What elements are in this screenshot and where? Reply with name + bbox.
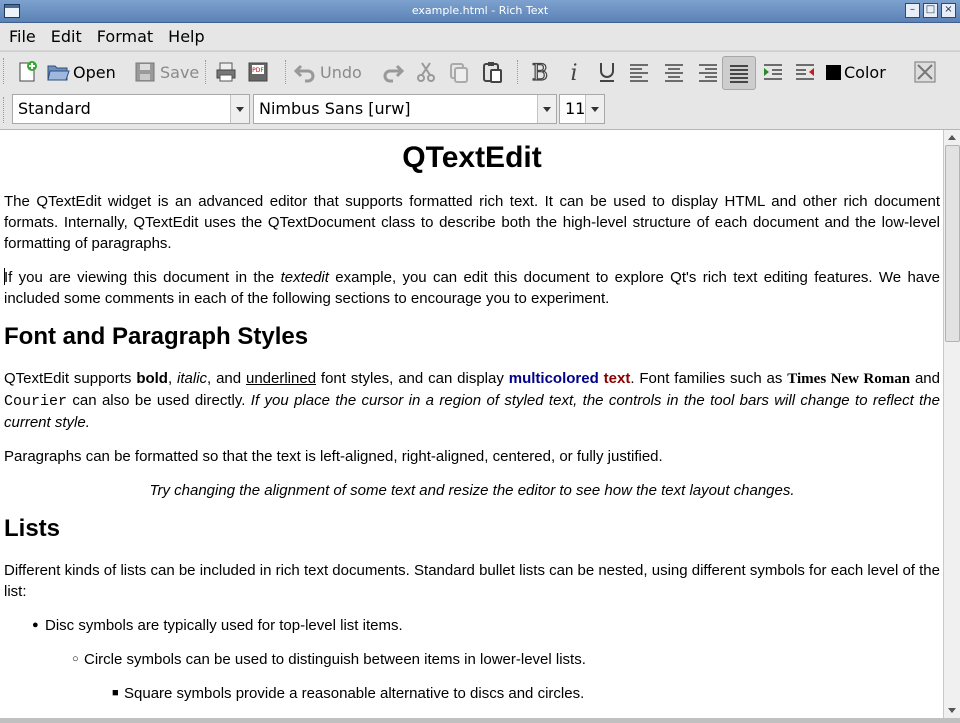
paste-button[interactable] — [479, 56, 505, 88]
paragraph: Different kinds of lists can be included… — [4, 562, 940, 600]
close-icon — [912, 59, 938, 85]
square-bullet-icon: ■ — [112, 687, 119, 699]
align-justify-icon — [726, 60, 752, 86]
undo-icon — [292, 59, 318, 85]
redo-button[interactable] — [380, 56, 406, 88]
paragraph: Paragraphs can be formatted so that the … — [4, 448, 663, 465]
save-disk-icon — [132, 59, 158, 85]
copy-icon — [446, 59, 472, 85]
list-item: ● Disc symbols are typically used for to… — [32, 617, 403, 634]
font-size-combo[interactable]: 11 — [559, 94, 605, 124]
indent-button[interactable] — [760, 56, 786, 88]
menu-format[interactable]: Format — [97, 25, 153, 48]
color-swatch-icon — [824, 59, 842, 85]
main-toolbar: Open Save PDF Undo B i Color — [0, 51, 960, 92]
redo-icon — [380, 59, 406, 85]
paragraph: QTextEdit supports bold, italic, and und… — [4, 370, 940, 431]
window-bottom-border — [0, 718, 960, 723]
scroll-down-icon[interactable] — [944, 704, 960, 718]
toolbar-grip[interactable] — [3, 58, 8, 84]
font-family-combo[interactable]: Nimbus Sans [urw] — [253, 94, 557, 124]
copy-button[interactable] — [446, 56, 472, 88]
align-right-icon — [695, 59, 721, 85]
export-pdf-button[interactable]: PDF — [245, 56, 271, 88]
svg-text:B: B — [532, 61, 548, 84]
unindent-button[interactable] — [792, 56, 818, 88]
paragraph: Try changing the alignment of some text … — [149, 482, 795, 499]
paste-icon — [479, 59, 505, 85]
svg-text:PDF: PDF — [252, 67, 264, 74]
section-heading: Font and Paragraph Styles — [4, 323, 309, 350]
scissors-icon — [413, 59, 439, 85]
align-center-button[interactable] — [661, 56, 687, 88]
toolbar-grip[interactable] — [3, 97, 8, 123]
paragraph: The QTextEdit widget is an advanced edit… — [4, 193, 940, 252]
bold-icon: B — [527, 59, 553, 85]
list-item: ■ Square symbols provide a reasonable al… — [112, 685, 585, 702]
save-button[interactable]: Save — [132, 56, 199, 88]
printer-icon — [213, 59, 239, 85]
menu-bar: File Edit Format Help — [0, 23, 960, 50]
new-button[interactable] — [14, 56, 40, 88]
italic-icon: i — [561, 59, 587, 85]
align-left-icon — [626, 59, 652, 85]
undo-button[interactable]: Undo — [292, 56, 362, 88]
list-item: ○ Circle symbols can be used to distingu… — [72, 651, 586, 668]
menu-help[interactable]: Help — [168, 25, 204, 48]
align-right-button[interactable] — [695, 56, 721, 88]
align-center-icon — [661, 59, 687, 85]
paragraph: If you are viewing this document in the … — [4, 268, 940, 307]
align-justify-button[interactable] — [722, 56, 756, 90]
cut-button[interactable] — [413, 56, 439, 88]
window-title: example.html - Rich Text — [411, 4, 549, 17]
underline-button[interactable] — [594, 56, 620, 88]
section-heading: Lists — [4, 515, 61, 542]
scrollbar-thumb[interactable] — [945, 145, 960, 342]
underline-icon — [594, 59, 620, 85]
print-button[interactable] — [213, 56, 239, 88]
bold-button[interactable]: B — [527, 56, 553, 88]
circle-bullet-icon: ○ — [72, 653, 79, 665]
chevron-down-icon[interactable] — [585, 95, 604, 123]
open-button[interactable]: Open — [45, 56, 116, 88]
svg-text:i: i — [570, 61, 577, 84]
color-button[interactable]: Color — [824, 56, 886, 88]
indent-more-icon — [760, 59, 786, 85]
chevron-down-icon[interactable] — [537, 95, 556, 123]
align-left-button[interactable] — [626, 56, 652, 88]
scroll-up-icon[interactable] — [944, 130, 960, 144]
title-bar: example.html - Rich Text – □ × — [0, 0, 960, 23]
maximize-button[interactable]: □ — [923, 3, 938, 18]
chevron-down-icon[interactable] — [230, 95, 249, 123]
indent-less-icon — [792, 59, 818, 85]
pdf-icon: PDF — [245, 59, 271, 85]
paragraph-style-combo[interactable]: Standard — [12, 94, 250, 124]
menu-edit[interactable]: Edit — [51, 25, 82, 48]
format-toolbar: Standard Nimbus Sans [urw] 11 — [0, 91, 960, 130]
open-folder-icon — [45, 59, 71, 85]
italic-button[interactable]: i — [561, 56, 587, 88]
disc-bullet-icon: ● — [32, 619, 39, 631]
close-button[interactable]: × — [941, 3, 956, 18]
vertical-scrollbar[interactable] — [943, 130, 960, 718]
close-document-button[interactable] — [912, 56, 938, 88]
text-editor[interactable]: QTextEdit The QTextEdit widget is an adv… — [0, 130, 943, 718]
minimize-button[interactable]: – — [905, 3, 920, 18]
menu-file[interactable]: File — [9, 25, 36, 48]
new-document-icon — [14, 59, 40, 85]
document-title: QTextEdit — [402, 141, 542, 174]
